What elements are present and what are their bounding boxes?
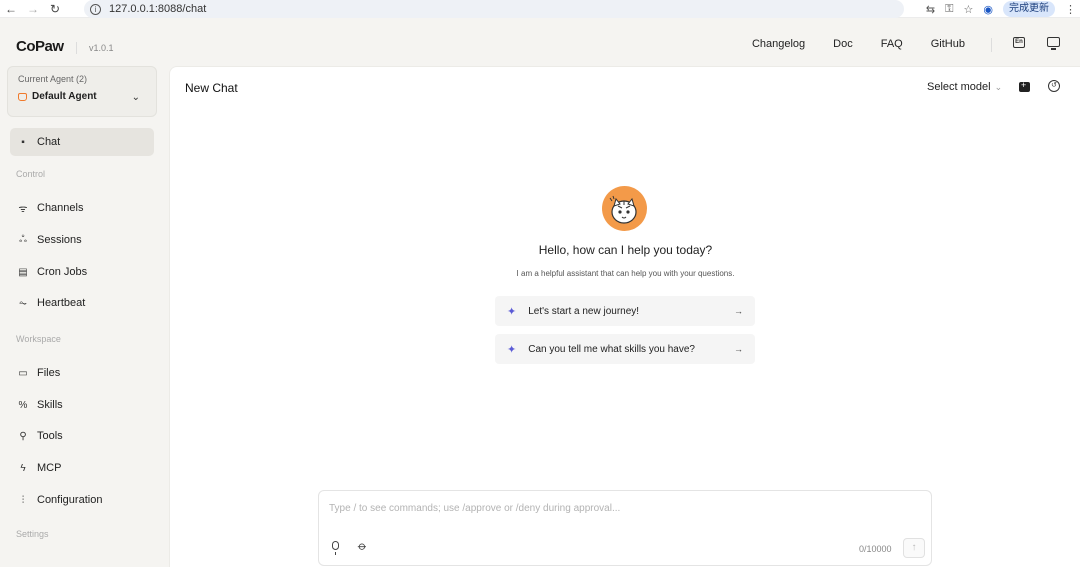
sidebar-item-configuration[interactable]: ⫶ Configuration: [10, 486, 154, 514]
update-button[interactable]: 完成更新: [1003, 1, 1055, 17]
page-title: New Chat: [185, 81, 238, 95]
sidebar-item-label: Chat: [37, 136, 61, 148]
sidebar-item-skills[interactable]: % Skills: [10, 391, 154, 419]
chat-panel: New Chat Select model⌄ ↺ Hello, how can …: [169, 66, 1080, 567]
bookmark-star-icon[interactable]: ☆: [964, 3, 974, 16]
agent-icon: [18, 92, 27, 101]
section-label-settings: Settings: [16, 529, 49, 539]
sidebar-item-cron-jobs[interactable]: ▤ Cron Jobs: [10, 258, 154, 286]
site-info-icon[interactable]: i: [90, 3, 101, 15]
app-header: CoPaw v1.0.1 Changelog Doc FAQ GitHub En: [0, 18, 1080, 66]
send-button[interactable]: ↑: [903, 538, 925, 558]
wifi-icon: ᯤ: [18, 204, 28, 215]
chevron-down-icon[interactable]: ⌄: [132, 92, 140, 103]
sidebar-item-tools[interactable]: ⚲ Tools: [10, 422, 154, 450]
history-icon[interactable]: ↺: [1048, 80, 1060, 92]
sparkle-icon: ✦: [507, 305, 517, 318]
back-icon[interactable]: ←: [0, 2, 22, 16]
language-icon[interactable]: En: [1013, 37, 1025, 48]
header-divider: [991, 38, 992, 52]
agent-selector[interactable]: Current Agent (2) Default Agent ⌄: [7, 66, 157, 117]
tiger-mascot-icon: [609, 195, 637, 224]
sidebar-item-channels[interactable]: ᯤ Channels: [10, 194, 154, 222]
changelog-link[interactable]: Changelog: [752, 38, 805, 50]
sidebar: Current Agent (2) Default Agent ⌄ ▪ Chat…: [0, 66, 168, 567]
suggested-prompt[interactable]: ✦ Let's start a new journey! →: [495, 296, 755, 326]
percent-icon: %: [18, 399, 28, 411]
paperclip-icon[interactable]: ⌀: [355, 538, 370, 553]
chevron-down-icon: ⌄: [994, 82, 1003, 92]
profile-icon[interactable]: ◉: [983, 3, 993, 16]
assistant-avatar: [602, 186, 647, 231]
wrench-icon: ⚲: [19, 430, 27, 442]
agent-name: Default Agent: [32, 91, 97, 102]
address-bar[interactable]: i 127.0.0.1:8088/chat: [84, 0, 904, 18]
app-logo[interactable]: CoPaw: [16, 38, 64, 55]
folder-icon: ▭: [18, 367, 28, 379]
monitor-icon[interactable]: [1047, 37, 1060, 50]
suggested-prompt[interactable]: ✦ Can you tell me what skills you have? …: [495, 334, 755, 364]
version-label: v1.0.1: [76, 42, 114, 54]
greeting-heading: Hello, how can I help you today?: [538, 243, 713, 257]
top-nav: Changelog Doc FAQ GitHub: [752, 38, 965, 50]
browser-menu-icon[interactable]: ⋮: [1065, 3, 1076, 16]
doc-link[interactable]: Doc: [833, 38, 853, 50]
sparkle-icon: ✦: [507, 343, 517, 356]
sidebar-item-label: Channels: [37, 202, 84, 214]
calendar-icon: ▤: [18, 266, 28, 278]
section-label-control: Control: [16, 169, 46, 179]
message-composer: ⌀ 0/10000 ↑: [318, 490, 932, 566]
sliders-icon: ⫶: [21, 494, 25, 506]
arrow-right-icon: →: [734, 344, 743, 354]
section-label-workspace: Workspace: [16, 334, 61, 344]
message-input[interactable]: [329, 499, 909, 517]
sidebar-item-label: Cron Jobs: [37, 266, 88, 278]
sidebar-item-label: Skills: [37, 399, 63, 411]
agent-label: Current Agent (2): [18, 74, 88, 84]
new-chat-icon[interactable]: [1019, 80, 1030, 92]
model-select[interactable]: Select model ⌄: [927, 81, 1002, 93]
url-text: 127.0.0.1:8088/chat: [109, 3, 207, 15]
translate-icon[interactable]: ⇆: [926, 3, 935, 16]
sidebar-item-label: Configuration: [37, 494, 103, 506]
microphone-icon[interactable]: [332, 541, 339, 555]
sidebar-item-label: Heartbeat: [37, 297, 86, 309]
prompt-label: Let's start a new journey!: [528, 305, 640, 317]
key-icon[interactable]: ⚿: [945, 3, 953, 16]
users-icon: ஃ: [19, 234, 27, 245]
sidebar-item-label: MCP: [37, 462, 62, 474]
arrow-right-icon: →: [734, 306, 743, 316]
char-counter: 0/10000: [859, 544, 892, 554]
prompt-label: Can you tell me what skills you have?: [528, 343, 695, 355]
faq-link[interactable]: FAQ: [881, 38, 903, 50]
sidebar-item-label: Tools: [37, 430, 63, 442]
sidebar-item-files[interactable]: ▭ Files: [10, 359, 154, 387]
github-link[interactable]: GitHub: [931, 38, 965, 50]
model-select-label: Select model: [927, 81, 991, 93]
sidebar-item-sessions[interactable]: ஃ Sessions: [10, 226, 154, 254]
reload-icon[interactable]: ↻: [44, 2, 66, 16]
sidebar-item-heartbeat[interactable]: ⏦ Heartbeat: [10, 289, 154, 317]
sidebar-item-mcp[interactable]: ϟ MCP: [10, 454, 154, 482]
greeting-subtext: I am a helpful assistant that can help y…: [516, 269, 735, 278]
plug-icon: ϟ: [20, 462, 26, 474]
chat-icon: ▪: [21, 136, 25, 148]
sidebar-item-chat[interactable]: ▪ Chat: [10, 128, 154, 156]
sidebar-item-label: Sessions: [37, 234, 82, 246]
forward-icon[interactable]: →: [22, 2, 44, 16]
browser-toolbar: ← → ↻ i 127.0.0.1:8088/chat ⇆ ⚿ ☆ ◉ 完成更新…: [0, 0, 1080, 18]
sidebar-item-label: Files: [37, 367, 61, 379]
pulse-icon: ⏦: [18, 297, 28, 309]
